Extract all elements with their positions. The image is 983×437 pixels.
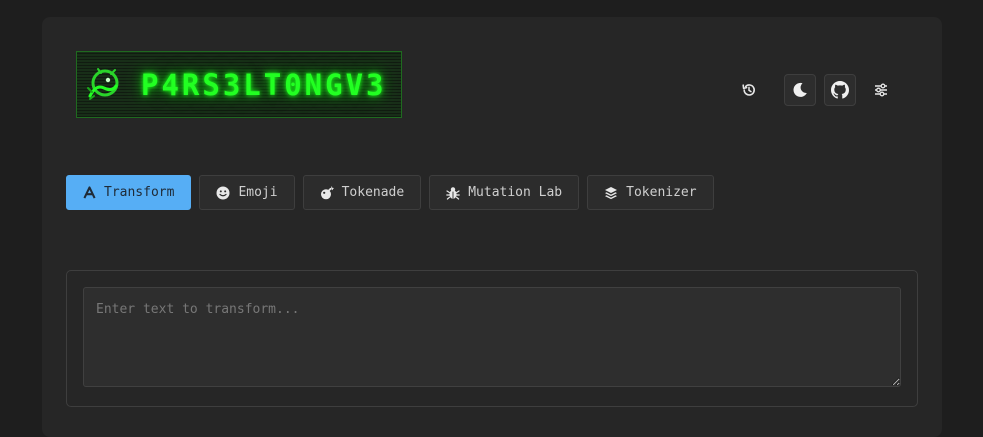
github-icon: [831, 81, 849, 99]
transform-text-input[interactable]: [83, 287, 901, 387]
bug-icon: [446, 186, 461, 200]
tab-transform[interactable]: Transform: [66, 175, 192, 210]
app-logo: P4RS3LT0NGV3: [76, 51, 402, 118]
settings-button[interactable]: [865, 74, 897, 106]
tab-tokenade[interactable]: Tokenade: [302, 175, 422, 210]
tab-label: Mutation Lab: [468, 185, 563, 200]
tab-label: Tokenizer: [626, 185, 697, 200]
tab-label: Transform: [104, 185, 175, 200]
tab-bar: Transform Emoji Tokenade Mutation Lab To…: [66, 175, 714, 210]
history-button[interactable]: [733, 74, 765, 106]
tab-mutation-lab[interactable]: Mutation Lab: [429, 175, 580, 210]
tab-emoji[interactable]: Emoji: [199, 175, 295, 210]
dragon-logo-icon: [83, 65, 123, 105]
font-icon: [83, 186, 96, 199]
input-card: [66, 270, 918, 407]
smile-icon: [216, 186, 230, 199]
tab-tokenizer[interactable]: Tokenizer: [587, 175, 714, 210]
theme-toggle-button[interactable]: [784, 74, 816, 106]
tab-label: Emoji: [238, 185, 278, 200]
tab-label: Tokenade: [341, 185, 405, 200]
layers-icon: [605, 186, 618, 199]
logo-text: P4RS3LT0NGV3: [141, 67, 387, 102]
bomb-icon: [320, 186, 334, 199]
main-panel: P4RS3LT0NGV3 Transform Emoji Tokenade Mu…: [42, 17, 942, 437]
moon-icon: [793, 82, 807, 97]
github-button[interactable]: [824, 74, 856, 106]
sliders-icon: [875, 83, 887, 97]
history-icon: [742, 84, 755, 96]
